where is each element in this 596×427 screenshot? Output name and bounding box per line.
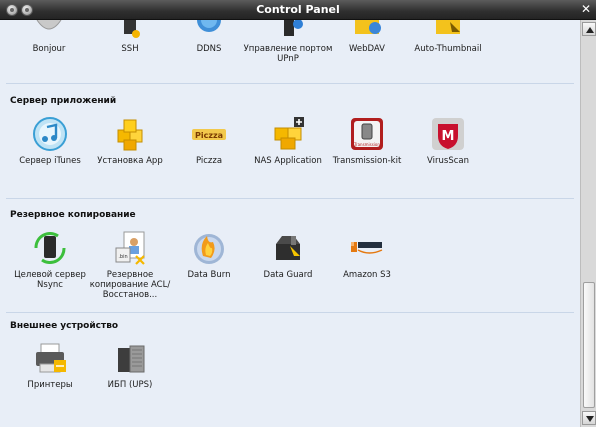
- ups-icon: [112, 340, 148, 376]
- item-label: Data Guard: [263, 270, 313, 280]
- item-label: Сервер iTunes: [19, 156, 81, 166]
- section-divider: [6, 83, 574, 84]
- item-label: VirusScan: [427, 156, 469, 166]
- item-transmission-kit[interactable]: Transmission Transmission-kit: [322, 116, 412, 166]
- scroll-up-button[interactable]: [582, 22, 596, 36]
- app-install-icon: [112, 116, 148, 152]
- item-label: NAS Application: [254, 156, 322, 166]
- item-nas-application[interactable]: NAS Application: [243, 116, 333, 166]
- item-ssh[interactable]: SSH: [85, 20, 175, 54]
- control-panel-content: Bonjour SSH DDNS Управление портом UPnP …: [0, 20, 580, 427]
- item-ddns[interactable]: DDNS: [164, 20, 254, 54]
- amazon-s3-icon: [349, 230, 385, 266]
- acl-backup-icon: .bin: [112, 230, 148, 266]
- ssh-icon: [112, 20, 148, 40]
- piczza-icon: Piczza: [191, 116, 227, 152]
- data-guard-icon: [270, 230, 306, 266]
- item-label: Принтеры: [27, 380, 73, 390]
- title-bar: Control Panel ✕: [0, 0, 596, 20]
- nsync-icon: [32, 230, 68, 266]
- ddns-icon: [191, 20, 227, 40]
- item-label: Data Burn: [187, 270, 231, 280]
- svg-text:Transmission: Transmission: [353, 142, 380, 147]
- scroll-down-button[interactable]: [582, 411, 596, 425]
- item-amazon-s3[interactable]: Amazon S3: [322, 230, 412, 280]
- svg-text:M: M: [442, 129, 455, 144]
- svg-text:.bin: .bin: [118, 254, 127, 260]
- item-label: Transmission-kit: [332, 156, 402, 166]
- section-divider: [6, 312, 574, 313]
- vertical-scrollbar[interactable]: [580, 20, 596, 427]
- item-label: Установка App: [97, 156, 163, 166]
- virusscan-icon: M: [430, 116, 466, 152]
- nas-application-icon: [270, 116, 306, 152]
- svg-text:Piczza: Piczza: [195, 131, 223, 140]
- item-label: Резервное копирование ACL/Восстанов...: [89, 270, 171, 300]
- item-data-burn[interactable]: Data Burn: [164, 230, 254, 280]
- item-label: Управление портом UPnP: [243, 44, 333, 64]
- section-title-backup: Резервное копирование: [10, 210, 136, 220]
- section-title-app-server: Сервер приложений: [10, 96, 117, 106]
- item-auto-thumbnail[interactable]: Auto-Thumbnail: [403, 20, 493, 54]
- item-label: Amazon S3: [343, 270, 391, 280]
- auto-thumbnail-icon: [430, 20, 466, 40]
- item-label: Bonjour: [32, 44, 66, 54]
- item-printers[interactable]: Принтеры: [5, 340, 95, 390]
- item-piczza[interactable]: Piczza Piczza: [164, 116, 254, 166]
- close-icon[interactable]: ✕: [581, 2, 591, 16]
- item-label: ИБП (UPS): [107, 380, 153, 390]
- item-acl-backup[interactable]: .bin Резервное копирование ACL/Восстанов…: [85, 230, 175, 300]
- item-app-install[interactable]: Установка App: [85, 116, 175, 166]
- upnp-icon: [270, 20, 306, 40]
- scroll-thumb[interactable]: [583, 282, 595, 408]
- item-label: Piczza: [195, 156, 223, 166]
- item-ups[interactable]: ИБП (UPS): [85, 340, 175, 390]
- item-itunes-server[interactable]: Сервер iTunes: [5, 116, 95, 166]
- item-data-guard[interactable]: Data Guard: [243, 230, 333, 280]
- item-upnp[interactable]: Управление портом UPnP: [243, 20, 333, 64]
- data-burn-icon: [191, 230, 227, 266]
- bonjour-icon: [31, 20, 67, 40]
- item-label: DDNS: [196, 44, 222, 54]
- item-label: SSH: [121, 44, 139, 54]
- item-nsync-target[interactable]: Целевой сервер Nsync: [5, 230, 95, 290]
- item-label: Auto-Thumbnail: [414, 44, 482, 54]
- item-label: Целевой сервер Nsync: [14, 270, 86, 290]
- printer-icon: [32, 340, 68, 376]
- item-label: WebDAV: [348, 44, 385, 54]
- window-title: Control Panel: [256, 3, 340, 16]
- transmission-icon: Transmission: [349, 116, 385, 152]
- section-title-external-device: Внешнее устройство: [10, 321, 119, 331]
- itunes-icon: [32, 116, 68, 152]
- item-bonjour[interactable]: Bonjour: [4, 20, 94, 54]
- section-divider: [6, 198, 574, 199]
- item-virusscan[interactable]: M VirusScan: [403, 116, 493, 166]
- webdav-icon: [349, 20, 385, 40]
- item-webdav[interactable]: WebDAV: [322, 20, 412, 54]
